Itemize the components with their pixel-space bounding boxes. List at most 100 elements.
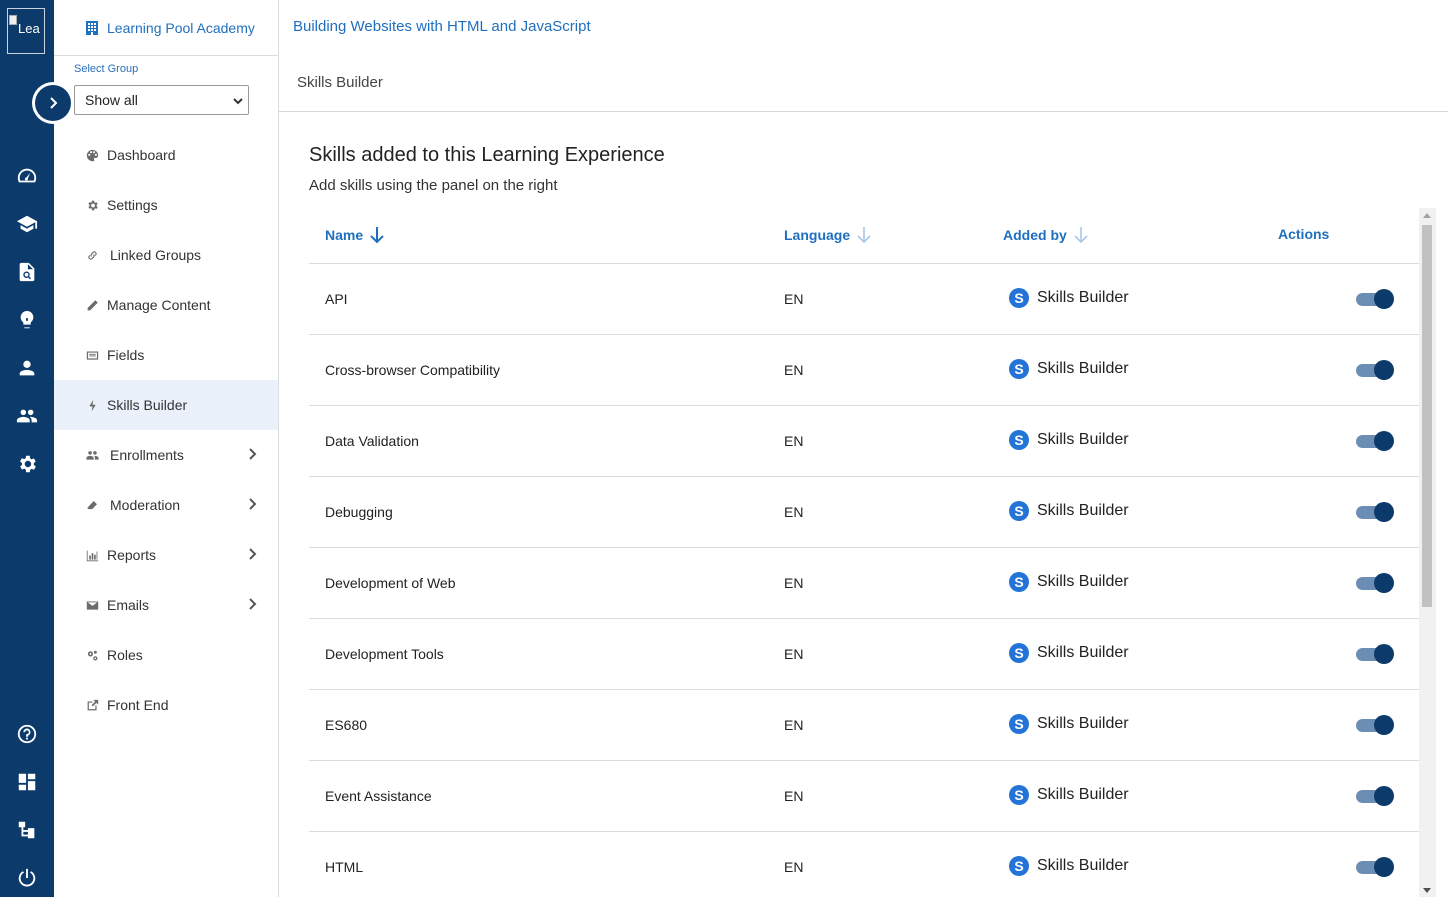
chevron-right-icon: [249, 448, 257, 460]
skill-toggle[interactable]: [1356, 360, 1394, 380]
skills-builder-badge-icon: S: [1009, 359, 1029, 379]
skill-name: Cross-browser Compatibility: [325, 362, 501, 378]
course-title-link[interactable]: Building Websites with HTML and JavaScri…: [293, 18, 591, 35]
skill-toggle[interactable]: [1356, 786, 1394, 806]
skill-toggle[interactable]: [1356, 289, 1394, 309]
skill-language: EN: [784, 717, 804, 733]
logo-alt-text: Lea: [18, 21, 40, 36]
table-scrollbar[interactable]: [1419, 208, 1436, 897]
added-by-label: Skills Builder: [1037, 360, 1129, 377]
help-circle-icon[interactable]: [14, 721, 40, 747]
building-icon: [86, 20, 98, 35]
table-row: Event Assistance EN S Skills Builder: [309, 761, 1419, 832]
nav-label: Fields: [107, 347, 145, 363]
skill-name: Event Assistance: [325, 788, 432, 804]
skills-builder-badge-icon: S: [1009, 785, 1029, 805]
gear-icon: [84, 197, 100, 213]
group-select-value: Show all: [85, 92, 138, 108]
skills-builder-badge-icon: S: [1009, 572, 1029, 592]
gear-icon[interactable]: [14, 451, 40, 477]
skills-builder-badge-icon: S: [1009, 501, 1029, 521]
skill-toggle[interactable]: [1356, 644, 1394, 664]
added-by: S Skills Builder: [1009, 501, 1129, 521]
column-header-label: Added by: [1003, 227, 1067, 243]
app-rail: Lea: [0, 0, 54, 897]
nav-item-reports[interactable]: Reports: [54, 530, 278, 580]
added-by-label: Skills Builder: [1037, 857, 1129, 874]
scroll-up-arrow-icon[interactable]: [1423, 213, 1431, 218]
scrollbar-thumb[interactable]: [1422, 225, 1432, 607]
skill-language: EN: [784, 362, 804, 378]
nav-item-front-end[interactable]: Front End: [54, 680, 278, 730]
added-by-label: Skills Builder: [1037, 786, 1129, 803]
users-icon: [84, 447, 100, 463]
nav-item-emails[interactable]: Emails: [54, 580, 278, 630]
skills-builder-badge-icon: S: [1009, 643, 1029, 663]
skill-name: Debugging: [325, 504, 393, 520]
added-by-label: Skills Builder: [1037, 431, 1129, 448]
scroll-down-arrow-icon[interactable]: [1423, 888, 1431, 893]
table-row: API EN S Skills Builder: [309, 264, 1419, 335]
column-header-name[interactable]: Name: [325, 226, 385, 244]
table-row: Cross-browser Compatibility EN S Skills B…: [309, 335, 1419, 406]
expand-sidebar-button[interactable]: [32, 82, 74, 124]
nav-item-roles[interactable]: Roles: [54, 630, 278, 680]
nav-item-fields[interactable]: Fields: [54, 330, 278, 380]
sort-arrow-down-icon: [1074, 227, 1088, 244]
skill-toggle[interactable]: [1356, 573, 1394, 593]
nav-item-enrollments[interactable]: Enrollments: [54, 430, 278, 480]
nav-item-linked-groups[interactable]: Linked Groups: [54, 230, 278, 280]
nav-item-manage-content[interactable]: Manage Content: [54, 280, 278, 330]
section-title: Skills added to this Learning Experience: [309, 144, 665, 166]
skill-language: EN: [784, 859, 804, 875]
academy-link[interactable]: Learning Pool Academy: [54, 0, 278, 56]
graduation-cap-icon[interactable]: [14, 211, 40, 237]
added-by: S Skills Builder: [1009, 572, 1129, 592]
skill-toggle[interactable]: [1356, 431, 1394, 451]
people-icon[interactable]: [14, 403, 40, 429]
skill-name: Development of Web: [325, 575, 456, 591]
chevron-right-icon: [35, 85, 71, 121]
table-row: Development Tools EN S Skills Builder: [309, 619, 1419, 690]
power-icon[interactable]: [14, 865, 40, 891]
nav-label: Emails: [107, 597, 150, 613]
section-sidebar: Learning Pool Academy Select Group Show …: [54, 0, 279, 897]
header-divider: [279, 111, 1448, 112]
section-subtitle: Add skills using the panel on the right: [309, 177, 558, 194]
skill-toggle[interactable]: [1356, 715, 1394, 735]
table-row: Development of Web EN S Skills Builder: [309, 548, 1419, 619]
nav-label: Settings: [107, 197, 158, 213]
column-header-added-by[interactable]: Added by: [1003, 226, 1089, 244]
hierarchy-icon[interactable]: [14, 817, 40, 843]
lightbulb-icon[interactable]: [14, 307, 40, 333]
column-header-label: Name: [325, 227, 364, 243]
nav-label: Front End: [107, 697, 169, 713]
document-search-icon[interactable]: [14, 259, 40, 285]
column-header-label: Language: [784, 227, 851, 243]
nav-item-settings[interactable]: Settings: [54, 180, 278, 230]
sort-arrow-down-icon: [857, 227, 871, 244]
app-logo[interactable]: Lea: [7, 8, 45, 54]
added-by: S Skills Builder: [1009, 714, 1129, 734]
nav-label: Roles: [107, 647, 143, 663]
table-row: ES680 EN S Skills Builder: [309, 690, 1419, 761]
skill-toggle[interactable]: [1356, 857, 1394, 877]
added-by: S Skills Builder: [1009, 359, 1129, 379]
nav-item-skills-builder[interactable]: Skills Builder: [54, 380, 278, 430]
link-icon: [84, 247, 100, 263]
nav-item-moderation[interactable]: Moderation: [54, 480, 278, 530]
nav-label: Moderation: [110, 497, 181, 513]
dashboard-gauge-icon[interactable]: [14, 163, 40, 189]
added-by: S Skills Builder: [1009, 856, 1129, 876]
nav-item-dashboard[interactable]: Dashboard: [54, 130, 278, 180]
skills-builder-badge-icon: S: [1009, 856, 1029, 876]
skill-toggle[interactable]: [1356, 502, 1394, 522]
skills-builder-badge-icon: S: [1009, 288, 1029, 308]
group-select[interactable]: Show all: [74, 85, 249, 115]
person-icon[interactable]: [14, 355, 40, 381]
skill-name: ES680: [325, 717, 368, 733]
added-by-label: Skills Builder: [1037, 502, 1129, 519]
grid-icon[interactable]: [14, 769, 40, 795]
table-row: Debugging EN S Skills Builder: [309, 477, 1419, 548]
column-header-language[interactable]: Language: [784, 226, 872, 244]
